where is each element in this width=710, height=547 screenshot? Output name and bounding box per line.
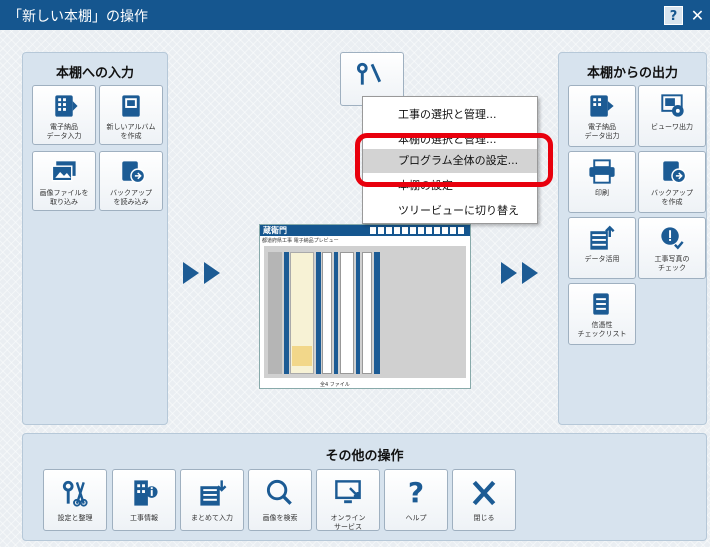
import-images-button[interactable]: 画像ファイルを 取り込み — [32, 151, 96, 211]
ebook-output-label: 電子納品 データ出力 — [584, 123, 620, 140]
import-images-label: 画像ファイルを 取り込み — [39, 189, 89, 206]
close-label: 閉じる — [473, 514, 495, 522]
new-album-label: 新しいアルバム を作成 — [106, 123, 156, 140]
help-label: ヘルプ — [405, 514, 427, 522]
help-button[interactable]: ? ヘルプ — [384, 469, 448, 531]
checklist-icon — [593, 293, 609, 315]
close-icon — [472, 480, 496, 506]
photo-check-icon — [661, 227, 684, 250]
building-info-icon — [134, 480, 158, 506]
output-panel: 本棚からの出力 電子納品 データ出力 ビューワ出力 印刷 バックアップ を作成 … — [558, 52, 707, 425]
data-usage-icon — [590, 225, 615, 250]
ebook-data-output-button[interactable]: 電子納品 データ出力 — [568, 85, 636, 147]
tools-icon — [62, 480, 88, 507]
viewer-output-label: ビューワ出力 — [651, 123, 693, 131]
input-panel-title: 本棚への入力 — [55, 66, 134, 81]
image-import-icon — [51, 161, 76, 182]
help-title-button[interactable]: ? — [664, 6, 683, 25]
online-service-icon — [335, 480, 361, 504]
preview-shelf — [264, 246, 466, 378]
create-backup-label: バックアップ を作成 — [651, 189, 693, 206]
credibility-checklist-label: 信憑性 チェックリスト — [577, 321, 627, 338]
ebook-input-label: 電子納品 データ入力 — [46, 123, 82, 140]
project-info-label: 工事情報 — [130, 514, 158, 522]
search-icon — [266, 479, 292, 505]
input-panel: 本棚への入力 電子納品 データ入力 新しいアルバム を作成 画像ファイルを 取り… — [22, 52, 168, 425]
flow-arrow-icon — [522, 262, 538, 284]
preview-status: 全4 ファイル — [320, 382, 350, 388]
preview-header-text: 都道府県工事 電子納品プレビュー — [262, 238, 339, 244]
batch-input-button[interactable]: まとめて入力 — [180, 469, 244, 531]
preview-header: 蔵衛門 — [260, 225, 470, 236]
project-info-button[interactable]: 工事情報 — [112, 469, 176, 531]
flow-arrow-icon — [183, 262, 199, 284]
preview-logo: 蔵衛門 — [263, 226, 287, 235]
data-usage-button[interactable]: データ活用 — [568, 217, 636, 279]
viewer-icon — [661, 94, 684, 117]
ebook-input-icon — [55, 95, 78, 117]
load-backup-button[interactable]: バックアップ を読み込み — [99, 151, 163, 211]
data-usage-label: データ活用 — [584, 255, 620, 263]
main-area: 本棚への入力 電子納品 データ入力 新しいアルバム を作成 画像ファイルを 取り… — [0, 30, 710, 547]
printer-icon — [589, 159, 615, 184]
flow-arrow-icon — [204, 262, 220, 284]
batch-input-label: まとめて入力 — [191, 514, 233, 522]
settings-maintenance-label: 設定と整理 — [57, 514, 93, 522]
highlight-annotation — [355, 133, 553, 187]
backup-load-icon — [122, 161, 146, 184]
window-title: 「新しい本棚」の操作 — [8, 9, 148, 25]
create-backup-button[interactable]: バックアップ を作成 — [638, 151, 706, 213]
online-service-button[interactable]: オンライン サービス — [316, 469, 380, 531]
flow-arrow-icon — [501, 262, 517, 284]
image-search-label: 画像を検索 — [262, 514, 298, 522]
close-title-button[interactable]: ✕ — [688, 6, 707, 25]
new-album-button[interactable]: 新しいアルバム を作成 — [99, 85, 163, 145]
title-bar: 「新しい本棚」の操作 ? ✕ — [0, 0, 710, 30]
batch-input-icon — [200, 480, 227, 506]
output-panel-title: 本棚からの出力 — [586, 66, 678, 81]
photo-check-button[interactable]: 工事写真の チェック — [638, 217, 706, 279]
load-backup-label: バックアップ を読み込み — [110, 189, 152, 206]
question-icon: ? — [407, 476, 425, 509]
ebook-data-input-button[interactable]: 電子納品 データ入力 — [32, 85, 96, 145]
settings-maintenance-button[interactable]: 設定と整理 — [43, 469, 107, 531]
close-button[interactable]: 閉じる — [452, 469, 516, 531]
photo-check-label: 工事写真の チェック — [654, 255, 690, 272]
online-service-label: オンライン サービス — [330, 514, 366, 531]
preview-toolbar-icons — [370, 227, 464, 234]
menu-item-tree-view[interactable]: ツリービューに切り替え — [363, 199, 537, 223]
other-operations-title: その他の操作 — [325, 449, 404, 464]
backup-create-icon — [663, 161, 687, 184]
viewer-output-button[interactable]: ビューワ出力 — [638, 85, 706, 147]
other-operations-panel: その他の操作 設定と整理 工事情報 まとめて入力 画像を検索 オンライン サービ… — [22, 433, 707, 541]
print-button[interactable]: 印刷 — [568, 151, 636, 213]
bookshelf-preview: 蔵衛門 都道府県工事 電子納品プレビュー 全4 ファイル — [259, 224, 471, 389]
album-icon — [122, 95, 140, 117]
menu-item-project-management[interactable]: 工事の選択と管理... — [363, 103, 537, 127]
print-label: 印刷 — [595, 189, 609, 197]
tools-icon — [356, 62, 382, 85]
credibility-checklist-button[interactable]: 信憑性 チェックリスト — [568, 283, 636, 345]
image-search-button[interactable]: 画像を検索 — [248, 469, 312, 531]
ebook-output-icon — [590, 95, 614, 117]
